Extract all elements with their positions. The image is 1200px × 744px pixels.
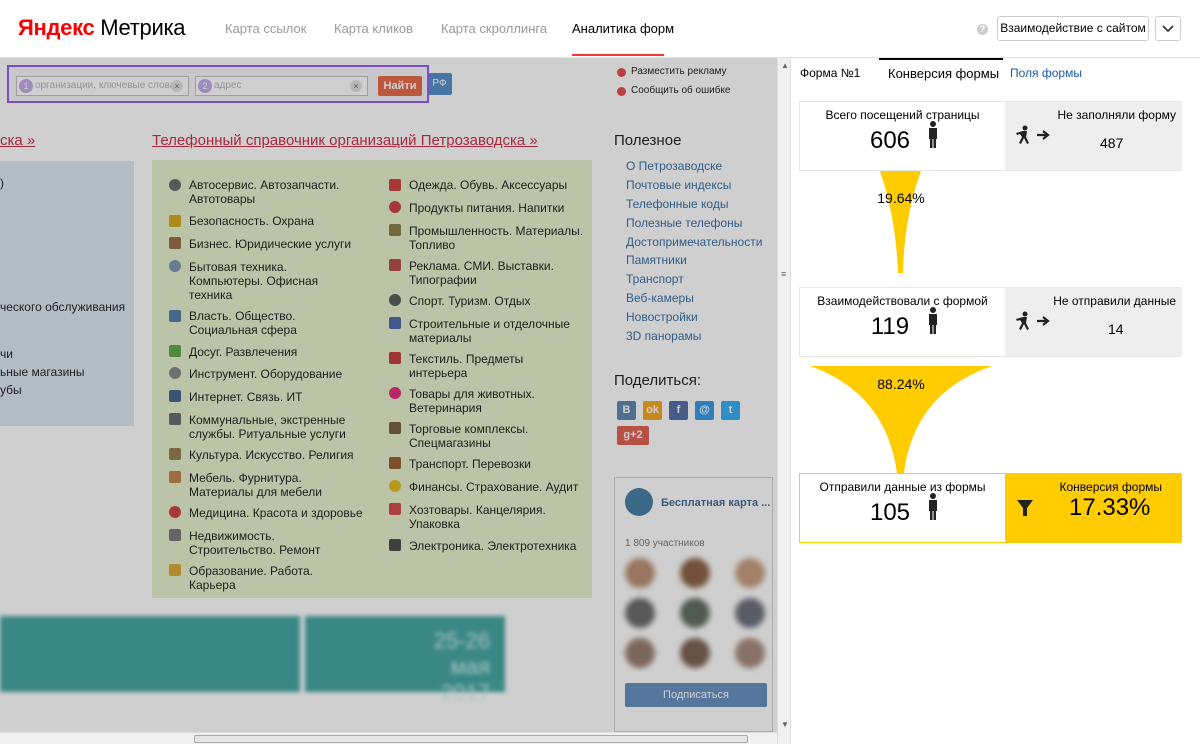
person-icon (929, 493, 937, 520)
stage-main: Взаимодействовали с формой 119 (800, 288, 1005, 356)
conversion-value: 17.33% (1069, 494, 1151, 521)
scroll-up-arrow-icon[interactable]: ▲ (781, 61, 789, 70)
stage-value: 105 (869, 499, 911, 526)
yandex-metrika-logo[interactable]: Яндекс Метрика (18, 15, 186, 41)
stage-dropoff: Не отправили данные 14 (1005, 288, 1182, 356)
stage-main: Отправили данные из формы 105 (800, 474, 1005, 542)
site-interaction-button[interactable]: Взаимодействие с сайтом (997, 16, 1149, 41)
logo-brand: Яндекс (18, 15, 95, 40)
stage-value: 119 (870, 313, 910, 340)
stage-label: Взаимодействовали с формой (817, 294, 988, 308)
horizontal-scroll-thumb[interactable] (194, 735, 748, 743)
funnel-shape-1 (880, 171, 921, 273)
stage-main: Всего посещений страницы 606 (800, 102, 1005, 170)
filter-icon (1017, 500, 1033, 516)
dropoff-label: Не заполняли форму (1057, 108, 1176, 122)
conversion-box: Конверсия формы 17.33% (1005, 474, 1182, 542)
nav-link-map[interactable]: Карта ссылок (225, 21, 306, 36)
nav-form-analytics[interactable]: Аналитика форм (572, 21, 674, 36)
horizontal-scrollbar[interactable] (0, 732, 777, 744)
stage-card-visits: Всего посещений страницы 606 Не заполнял… (799, 101, 1182, 171)
nav-click-map[interactable]: Карта кликов (334, 21, 413, 36)
funnel-percent-2: 88.24% (877, 376, 925, 392)
person-icon (929, 121, 937, 148)
logo-product: Метрика (100, 15, 186, 40)
nav-scroll-map[interactable]: Карта скроллинга (441, 21, 547, 36)
help-icon[interactable]: ? (977, 24, 988, 35)
highlighted-form-outline[interactable] (7, 65, 429, 103)
vertical-scrollbar[interactable]: ▲ ≡ ▼ (777, 58, 790, 744)
stage-label: Всего посещений страницы (825, 108, 980, 122)
active-nav-underline (572, 54, 664, 56)
dropdown-button[interactable] (1155, 16, 1181, 41)
stage-dropoff: Не заполняли форму 487 (1005, 102, 1182, 170)
leaving-person-icon (1016, 311, 1050, 330)
stage-value: 606 (869, 127, 911, 154)
leaving-person-icon (1016, 125, 1050, 144)
scroll-down-arrow-icon[interactable]: ▼ (781, 720, 789, 729)
scroll-grip-icon[interactable]: ≡ (781, 269, 786, 279)
person-icon (929, 307, 937, 334)
conversion-label: Конверсия формы (1059, 480, 1162, 494)
chevron-down-icon (1162, 25, 1174, 33)
dropoff-value: 487 (1100, 135, 1124, 151)
dropoff-value: 14 (1108, 321, 1124, 337)
dropoff-label: Не отправили данные (1053, 294, 1176, 308)
stage-card-interacted: Взаимодействовали с формой 119 Не отправ… (799, 287, 1182, 357)
top-header: Яндекс Метрика Карта ссылок Карта кликов… (0, 0, 1200, 58)
stage-card-submitted: Отправили данные из формы 105 Конверсия … (799, 473, 1182, 543)
heatmap-dim-overlay (0, 58, 777, 732)
funnel-percent-1: 19.64% (877, 190, 925, 206)
stage-label: Отправили данные из формы (819, 480, 986, 494)
site-preview: организации, ключевые слова 1 × адрес 2 … (0, 58, 777, 732)
